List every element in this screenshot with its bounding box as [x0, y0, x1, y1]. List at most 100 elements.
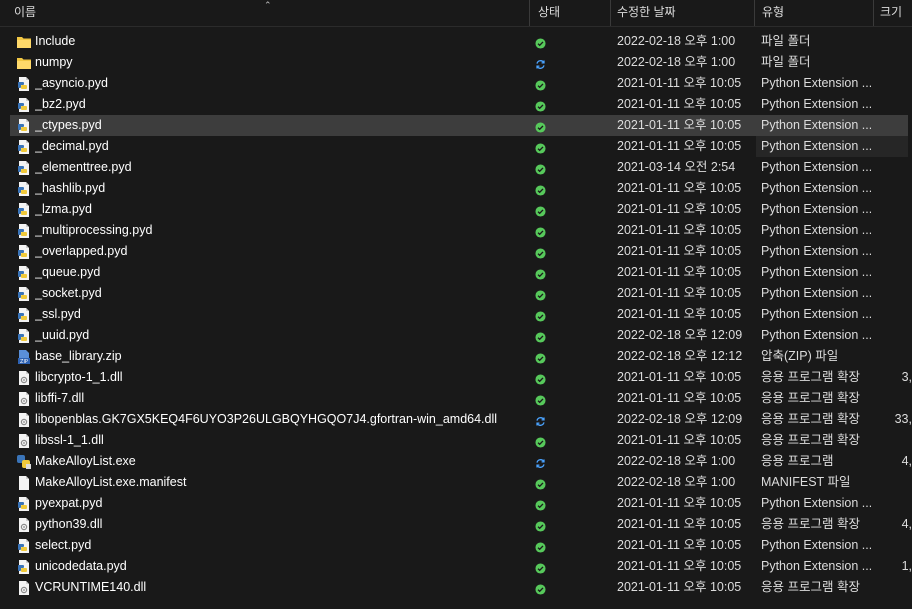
- file-row[interactable]: select.pyd 2021-01-11 오후 10:05 Python Exte…: [0, 535, 912, 556]
- python-file-icon: [16, 244, 32, 260]
- column-divider[interactable]: [529, 0, 530, 26]
- file-row[interactable]: _bz2.pyd 2021-01-11 오후 10:05 Python Extens…: [0, 94, 912, 115]
- file-name: libopenblas.GK7GX5KEQ4F6UYO3P26ULGBQYHGQ…: [35, 412, 498, 426]
- column-divider[interactable]: [610, 0, 611, 26]
- file-name: pyexpat.pyd: [35, 496, 103, 510]
- file-type: 응용 프로그램 확장: [761, 412, 860, 426]
- file-type: 파일 폴더: [761, 55, 811, 69]
- file-row[interactable]: unicodedata.pyd 2021-01-11 오후 10:05 Python…: [0, 556, 912, 577]
- python-file-icon: [16, 328, 32, 344]
- python-file-icon: [16, 181, 32, 197]
- file-row[interactable]: python39.dll 2021-01-11 오후 10:05 응용 프로그램 확…: [0, 514, 912, 535]
- sync-complete-icon: [535, 435, 546, 448]
- sync-complete-icon: [535, 582, 546, 595]
- column-header-type[interactable]: 유형: [762, 0, 862, 26]
- file-row[interactable]: libffi-7.dll 2021-01-11 오후 10:05 응용 프로그램 확…: [0, 388, 912, 409]
- sync-complete-icon: [535, 519, 546, 532]
- python-file-icon: [16, 538, 32, 554]
- file-row[interactable]: _socket.pyd 2021-01-11 오후 10:05 Python Ext…: [0, 283, 912, 304]
- file-row[interactable]: _asyncio.pyd 2021-01-11 오후 10:05 Python Ex…: [0, 73, 912, 94]
- file-row[interactable]: _uuid.pyd 2022-02-18 오후 12:09 Python Exten…: [0, 325, 912, 346]
- dll-file-icon: [16, 433, 32, 449]
- dll-file-icon: [16, 517, 32, 533]
- file-type: Python Extension ...: [761, 76, 871, 90]
- file-row[interactable]: numpy 2022-02-18 오후 1:00 파일 폴더: [0, 52, 912, 73]
- sync-complete-icon: [535, 225, 546, 238]
- file-type: Python Extension ...: [761, 160, 871, 174]
- column-header-status[interactable]: 상태: [538, 0, 598, 26]
- file-name: _hashlib.pyd: [35, 181, 106, 195]
- file-modified-date: 2021-01-11 오후 10:05: [617, 97, 742, 111]
- sync-complete-icon: [535, 78, 546, 91]
- file-modified-date: 2021-01-11 오후 10:05: [617, 370, 742, 384]
- file-row[interactable]: libopenblas.GK7GX5KEQ4F6UYO3P26ULGBQYHGQ…: [0, 409, 912, 430]
- file-type: Python Extension ...: [761, 286, 871, 300]
- file-row[interactable]: _ssl.pyd 2021-01-11 오후 10:05 Python Extens…: [0, 304, 912, 325]
- file-size: [876, 493, 912, 514]
- python-exe-icon: [16, 454, 32, 470]
- sync-complete-icon: [535, 372, 546, 385]
- python-file-icon: [16, 307, 32, 323]
- file-type: Python Extension ...: [761, 307, 871, 321]
- file-type: Python Extension ...: [761, 328, 871, 342]
- sync-complete-icon: [535, 162, 546, 175]
- file-row[interactable]: Include 2022-02-18 오후 1:00 파일 폴더: [0, 31, 912, 52]
- file-modified-date: 2021-01-11 오후 10:05: [617, 265, 742, 279]
- column-header-size[interactable]: 크기: [880, 0, 912, 26]
- file-name: _bz2.pyd: [35, 97, 86, 111]
- file-modified-date: 2021-01-11 오후 10:05: [617, 223, 742, 237]
- file-size: 4,: [901, 454, 912, 468]
- file-modified-date: 2021-01-11 오후 10:05: [617, 496, 742, 510]
- file-modified-date: 2022-02-18 오후 12:09: [617, 328, 743, 342]
- column-divider[interactable]: [754, 0, 755, 26]
- file-row[interactable]: VCRUNTIME140.dll 2021-01-11 오후 10:05 응용 프로…: [0, 577, 912, 598]
- file-row[interactable]: libssl-1_1.dll 2021-01-11 오후 10:05 응용 프로그램…: [0, 430, 912, 451]
- file-row[interactable]: pyexpat.pyd 2021-01-11 오후 10:05 Python Ext…: [0, 493, 912, 514]
- generic-file-icon: [16, 475, 32, 491]
- file-modified-date: 2021-01-11 오후 10:05: [617, 76, 742, 90]
- file-row[interactable]: libcrypto-1_1.dll 2021-01-11 오후 10:05 응용 프…: [0, 367, 912, 388]
- file-row[interactable]: _queue.pyd 2021-01-11 오후 10:05 Python Exte…: [0, 262, 912, 283]
- file-size: [876, 52, 912, 73]
- file-type: 응용 프로그램 확장: [761, 433, 860, 447]
- file-type: 응용 프로그램: [761, 454, 834, 468]
- sync-complete-icon: [535, 120, 546, 133]
- file-type: Python Extension ...: [761, 538, 871, 552]
- dll-file-icon: [16, 391, 32, 407]
- file-type: Python Extension ...: [761, 223, 871, 237]
- file-row[interactable]: MakeAlloyList.exe.manifest 2022-02-18 오후 …: [0, 472, 912, 493]
- sync-complete-icon: [535, 183, 546, 196]
- file-type: 파일 폴더: [761, 34, 811, 48]
- file-modified-date: 2021-01-11 오후 10:05: [617, 244, 742, 258]
- sync-complete-icon: [535, 204, 546, 217]
- file-name: libcrypto-1_1.dll: [35, 370, 123, 384]
- file-type: Python Extension ...: [761, 181, 871, 195]
- file-row[interactable]: _lzma.pyd 2021-01-11 오후 10:05 Python Exten…: [0, 199, 912, 220]
- file-size: [876, 178, 912, 199]
- file-row[interactable]: _decimal.pyd 2021-01-11 오후 10:05 Python Ex…: [0, 136, 912, 157]
- file-row[interactable]: _elementtree.pyd 2021-03-14 오전 2:54 Python…: [0, 157, 912, 178]
- column-divider[interactable]: [873, 0, 874, 26]
- sync-complete-icon: [535, 498, 546, 511]
- column-header-date[interactable]: 수정한 날짜: [617, 0, 737, 26]
- file-row[interactable]: _multiprocessing.pyd 2021-01-11 오후 10:05 P…: [0, 220, 912, 241]
- file-name: numpy: [35, 55, 73, 69]
- folder-icon: [16, 34, 32, 50]
- sync-complete-icon: [535, 330, 546, 343]
- file-size: [876, 73, 912, 94]
- file-type: 응용 프로그램 확장: [761, 580, 860, 594]
- file-row[interactable]: ZIP base_library.zip 2022-02-18 오후 12:12 압축…: [0, 346, 912, 367]
- file-name: select.pyd: [35, 538, 92, 552]
- file-list: Include 2022-02-18 오후 1:00 파일 폴더 numpy 2022-…: [0, 31, 912, 598]
- sync-complete-icon: [535, 246, 546, 259]
- file-name: _ctypes.pyd: [35, 118, 102, 132]
- file-row[interactable]: _hashlib.pyd 2021-01-11 오후 10:05 Python Ex…: [0, 178, 912, 199]
- file-size: [876, 304, 912, 325]
- file-size: [876, 388, 912, 409]
- file-modified-date: 2021-01-11 오후 10:05: [617, 118, 742, 132]
- file-row[interactable]: _overlapped.pyd 2021-01-11 오후 10:05 Python…: [0, 241, 912, 262]
- sync-complete-icon: [535, 540, 546, 553]
- file-name: _queue.pyd: [35, 265, 101, 279]
- file-row[interactable]: MakeAlloyList.exe 2022-02-18 오후 1:00 응용 프로…: [0, 451, 912, 472]
- file-row[interactable]: _ctypes.pyd 2021-01-11 오후 10:05 Python Ext…: [0, 115, 912, 136]
